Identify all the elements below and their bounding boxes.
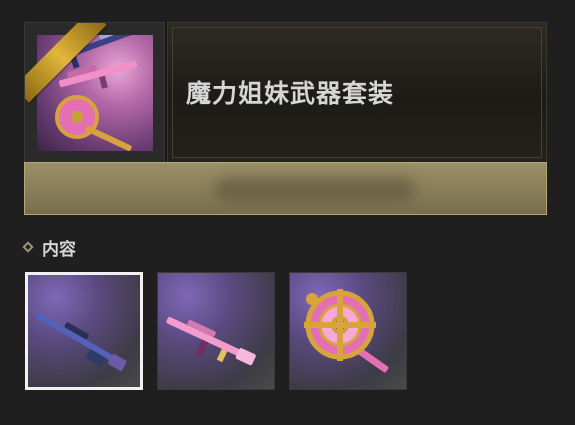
item-shield-emblem[interactable] [289,272,407,390]
contents-section-header: 内容 [22,235,76,260]
assault-rifle-icon [166,316,256,366]
item-assault-rifle[interactable] [157,272,275,390]
sniper-rifle-icon [35,312,127,371]
bundle-thumbnail [24,22,165,163]
diamond-icon [22,241,34,253]
shield-emblem-icon [304,289,389,373]
contents-label: 内容 [42,239,76,260]
bundle-title: 魔力姐妹武器套装 [186,79,395,108]
item-sniper-rifle[interactable] [25,272,143,390]
bundle-info-bar [24,162,547,215]
